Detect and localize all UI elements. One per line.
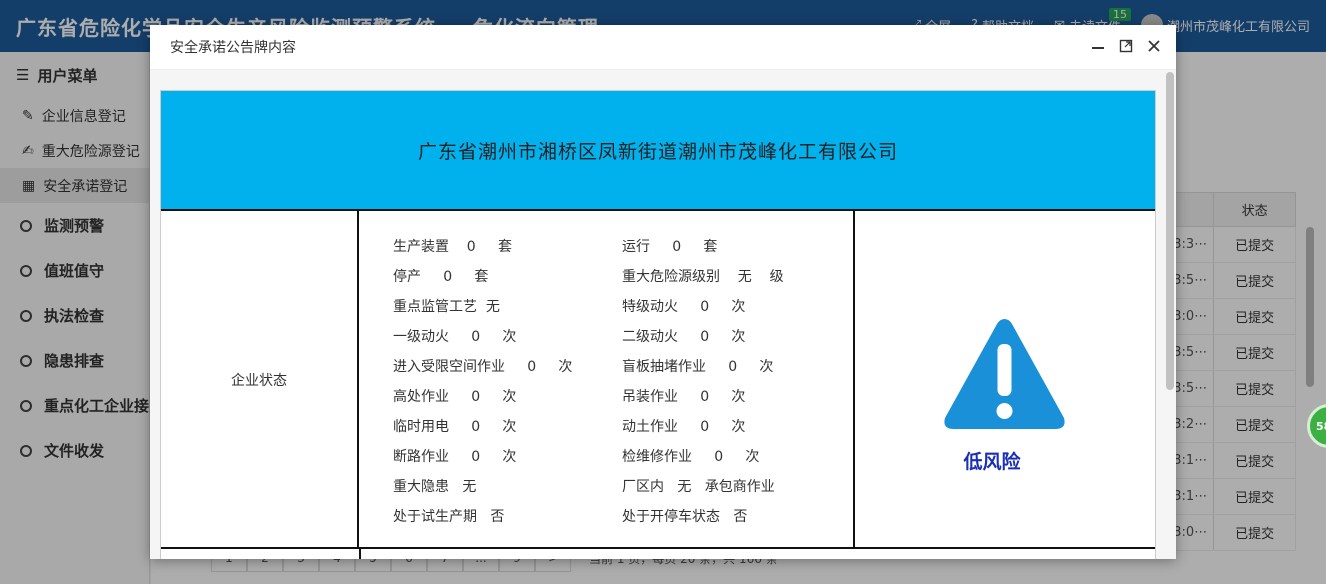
divider (359, 549, 361, 559)
dialog-body: 广东省潮州市湘桥区凤新街道潮州市茂峰化工有限公司 企业状态 生产装置 0 套 运行… (150, 70, 1176, 559)
status-item: 处于试生产期 否 (393, 509, 505, 525)
status-item: 盲板抽堵作业 0 次 (622, 359, 774, 375)
risk-cell: 低风险 (857, 211, 1155, 549)
status-item: 检维修作业 0 次 (622, 449, 760, 465)
status-grid: 生产装置 0 套 运行 0 套停产 0 套 重大危险源级别 无 级重点监管工艺 无 特… (393, 231, 852, 531)
status-item: 生产装置 0 套 (393, 239, 512, 255)
status-item: 厂区内 无 承包商作业 (622, 479, 775, 495)
close-icon (1148, 40, 1160, 52)
status-item: 特级动火 0 次 (622, 299, 746, 315)
warning-icon (944, 319, 1065, 429)
status-item: 重大隐患 无 (393, 479, 477, 495)
dialog-title: 安全承诺公告牌内容 (170, 40, 296, 56)
status-item: 吊装作业 0 次 (622, 389, 746, 405)
minimize-button[interactable] (1090, 37, 1106, 55)
risk-level: 低风险 (963, 451, 1021, 473)
status-item: 运行 0 套 (622, 239, 718, 255)
status-item: 停产 0 套 (393, 269, 489, 285)
status-label-cell: 企业状态 (161, 211, 359, 549)
status-item: 重点监管工艺 无 (393, 299, 500, 315)
board-header: 广东省潮州市湘桥区凤新街道潮州市茂峰化工有限公司 (161, 91, 1155, 211)
company-name: 广东省潮州市湘桥区凤新街道潮州市茂峰化工有限公司 (417, 140, 898, 163)
status-item: 动土作业 0 次 (622, 419, 746, 435)
status-item: 断路作业 0 次 (393, 449, 517, 465)
maximize-icon (1119, 39, 1133, 53)
status-item: 重大危险源级别 无 级 (622, 269, 784, 285)
status-item: 一级动火 0 次 (393, 329, 517, 345)
dialog-controls (1090, 37, 1162, 55)
dialog-scroll-thumb[interactable] (1166, 72, 1174, 390)
commitment-board-dialog: 安全承诺公告牌内容 广东省潮州市湘桥区凤新街道潮州市茂峰化工有限公司 企业状态 (150, 25, 1176, 559)
status-row: 企业状态 生产装置 0 套 运行 0 套停产 0 套 重大危险源级别 无 级重点监管… (161, 211, 1155, 549)
status-details-cell: 生产装置 0 套 运行 0 套停产 0 套 重大危险源级别 无 级重点监管工艺 无 特… (361, 211, 855, 549)
status-item: 高处作业 0 次 (393, 389, 517, 405)
dialog-scrollbar[interactable] (1164, 70, 1176, 559)
dialog-header: 安全承诺公告牌内容 (150, 25, 1176, 70)
status-item: 处于开停车状态 否 (622, 509, 748, 525)
commitment-board: 广东省潮州市湘桥区凤新街道潮州市茂峰化工有限公司 企业状态 生产装置 0 套 运行… (160, 90, 1156, 559)
close-button[interactable] (1146, 37, 1162, 55)
board-next-row (161, 549, 1155, 559)
status-label: 企业状态 (231, 373, 287, 389)
status-item: 进入受限空间作业 0 次 (393, 359, 573, 375)
maximize-button[interactable] (1118, 37, 1134, 55)
status-item: 二级动火 0 次 (622, 329, 746, 345)
status-item: 临时用电 0 次 (393, 419, 517, 435)
minimize-icon (1092, 47, 1104, 49)
